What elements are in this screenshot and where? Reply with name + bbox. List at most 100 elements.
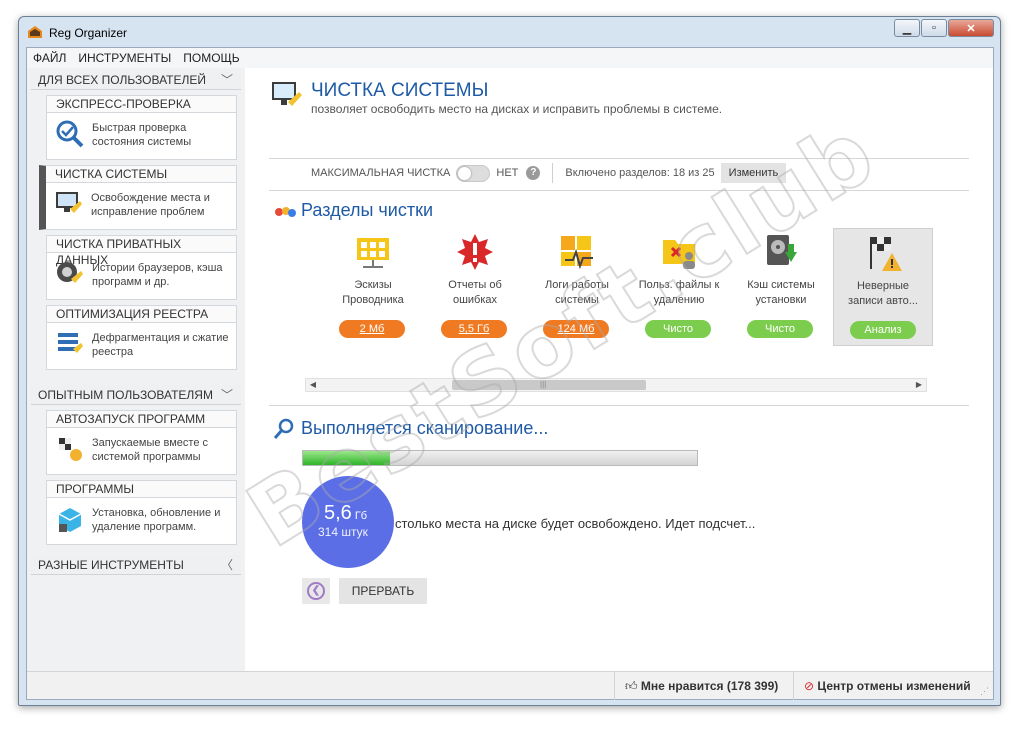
tool-system-cleanup[interactable]: ЧИСТКА СИСТЕМЫ Освобождение места и испр… [39,165,237,230]
tool-description: Быстрая проверка состояния системы [92,122,192,148]
startup-warning-icon [870,237,902,271]
divider [269,158,969,159]
card-label: Эскизы Проводника [342,279,404,306]
tool-title: ПРОГРАММЫ [47,481,236,498]
sections-title: Разделы чистки [301,200,434,220]
card-label: Кэш системы установки [747,279,815,306]
back-arrow-icon: ❮ [307,582,325,600]
tool-title: ЧИСТКА СИСТЕМЫ [46,166,236,183]
card-badge[interactable]: 124 Мб [543,320,609,338]
likes-label: Мне нравится (178 399) [640,679,779,693]
broom-monitor-icon [272,82,302,106]
sections-enabled: Включено разделов: 18 из 25 [565,167,715,179]
sidebar: ДЛЯ ВСЕХ ПОЛЬЗОВАТЕЛЕЙ ﹀ ЭКСПРЕСС-ПРОВЕР… [27,68,245,671]
card-badge[interactable]: Чисто [645,320,711,338]
freed-unit: Гб [354,510,368,522]
card-badge[interactable]: 5,5 Гб [441,320,507,338]
stop-scan-button[interactable]: ПРЕРВАТЬ [339,578,427,604]
scroll-thumb[interactable]: ||| [452,380,646,390]
chevron-down-icon: ﹀ [220,73,233,87]
card-error-reports[interactable]: Отчеты об ошибках 5,5 Гб [425,228,525,346]
options-bar: МАКСИМАЛЬНАЯ ЧИСТКА НЕТ ? Включено разде… [311,160,787,186]
card-badge[interactable]: Чисто [747,320,813,338]
category-label: ДЛЯ ВСЕХ ПОЛЬЗОВАТЕЛЕЙ [38,73,207,87]
tool-title: ОПТИМИЗАЦИЯ РЕЕСТРА [47,306,236,323]
search-icon [273,418,294,439]
card-label: Неверные записи авто... [848,280,918,307]
card-explorer-thumbnails[interactable]: Эскизы Проводника 2 Мб [323,228,423,346]
maximize-button[interactable]: ▫ [921,19,947,37]
menu-bar: ФАЙЛ ИНСТРУМЕНТЫ ПОМОЩЬ [27,48,993,68]
freed-space-circle: 5,6 Гб 314 штук [302,476,394,568]
card-badge[interactable]: Анализ [850,321,916,339]
tool-description: Дефрагментация и сжатие реестра [92,332,229,358]
tool-express-check[interactable]: ЭКСПРЕСС-ПРОВЕРКА Быстрая проверка состо… [46,95,237,160]
close-icon: ✕ [966,22,976,35]
category-misc-tools[interactable]: РАЗНЫЕ ИНСТРУМЕНТЫ 〈 [31,555,241,575]
change-sections-button[interactable]: Изменить [720,163,787,183]
back-button[interactable]: ❮ [302,578,330,604]
chevron-left-icon: 〈 [220,558,233,572]
tool-description: Истории браузеров, кэша программ и др. [92,262,223,288]
undo-center-label: Центр отмены изменений [817,679,971,693]
card-user-files[interactable]: Польз. файлы к удалению Чисто [629,228,729,346]
scan-title: Выполняется сканирование... [301,418,549,438]
card-badge[interactable]: 2 Мб [339,320,405,338]
magnifier-check-icon [56,120,84,148]
progress-fill [303,451,390,465]
carousel-scrollbar[interactable]: ◀ ||| ▶ [305,378,927,392]
likes-button[interactable]: 👍︎ Мне нравится (178 399) [614,672,778,700]
scan-message: столько места на диске будет освобождено… [395,516,756,531]
error-report-icon [457,234,493,270]
tool-description: Освобождение места и исправление проблем [91,192,210,218]
category-all-users[interactable]: ДЛЯ ВСЕХ ПОЛЬЗОВАТЕЛЕЙ ﹀ [31,70,241,90]
resize-grip-icon[interactable]: ⋰ [980,686,990,696]
max-clean-value: НЕТ [496,167,519,179]
minimize-icon: ▁ [902,22,912,35]
client-area: ФАЙЛ ИНСТРУМЕНТЫ ПОМОЩЬ ДЛЯ ВСЕХ ПОЛЬЗОВ… [26,47,994,700]
title-bar[interactable]: Reg Organizer ▁ ▫ ✕ [19,17,1000,47]
status-bar: 👍︎ Мне нравится (178 399) ⊘ Центр отмены… [27,671,993,700]
menu-help[interactable]: ПОМОЩЬ [183,51,239,65]
scroll-right-icon[interactable]: ▶ [912,379,926,391]
programs-box-icon [58,508,82,532]
freed-count: 314 штук [318,525,368,539]
tool-description: Установка, обновление и удаление програм… [92,507,221,533]
close-button[interactable]: ✕ [948,19,994,37]
tool-autostart[interactable]: АВТОЗАПУСК ПРОГРАММ Запускаемые вместе с… [46,410,237,475]
help-icon[interactable]: ? [526,166,541,180]
card-installer-cache[interactable]: Кэш системы установки Чисто [731,228,831,346]
installer-cache-icon [767,235,797,265]
main-panel: ЧИСТКА СИСТЕМЫ позволяет освободить мест… [245,68,993,671]
undo-center-button[interactable]: ⊘ Центр отмены изменений [793,672,971,700]
scroll-left-icon[interactable]: ◀ [306,379,320,391]
window-title: Reg Organizer [49,26,128,40]
privacy-clean-icon [57,262,83,283]
tool-programs[interactable]: ПРОГРАММЫ Установка, обновление и удален… [46,480,237,545]
thumbs-up-icon: 👍︎ [625,679,638,693]
page-title: ЧИСТКА СИСТЕМЫ [311,80,489,101]
category-label: РАЗНЫЕ ИНСТРУМЕНТЫ [38,558,184,572]
tool-registry-optimization[interactable]: ОПТИМИЗАЦИЯ РЕЕСТРА Дефрагментация и сжа… [46,305,237,370]
explorer-thumbnails-icon [357,238,389,268]
card-system-logs[interactable]: Логи работы системы 124 Мб [527,228,627,346]
divider [269,405,969,406]
menu-tools[interactable]: ИНСТРУМЕНТЫ [78,51,171,65]
app-window: Reg Organizer ▁ ▫ ✕ ФАЙЛ ИНСТРУМЕНТЫ ПОМ… [18,16,1001,706]
menu-file[interactable]: ФАЙЛ [33,51,66,65]
separator [552,163,554,183]
page-subtitle: позволяет освободить место на дисках и и… [311,102,723,116]
startup-flag-icon [59,438,82,461]
max-clean-toggle[interactable] [456,164,491,182]
cleanup-sections-carousel: Эскизы Проводника 2 Мб Отчеты об ошибках… [305,228,955,356]
category-advanced-users[interactable]: ОПЫТНЫМ ПОЛЬЗОВАТЕЛЯМ ﹀ [31,385,241,405]
freed-size: 5,6 [324,502,352,524]
card-startup-entries[interactable]: Неверные записи авто... Анализ [833,228,933,346]
card-label: Логи работы системы [545,279,609,306]
chevron-down-icon: ﹀ [220,388,233,402]
freed-size-text: 5,6 Гб [324,502,367,525]
tool-private-data[interactable]: ЧИСТКА ПРИВАТНЫХ ДАННЫХ Истории браузеро… [46,235,237,300]
broom-monitor-icon [56,192,82,213]
user-files-icon [663,240,695,269]
minimize-button[interactable]: ▁ [894,19,920,37]
